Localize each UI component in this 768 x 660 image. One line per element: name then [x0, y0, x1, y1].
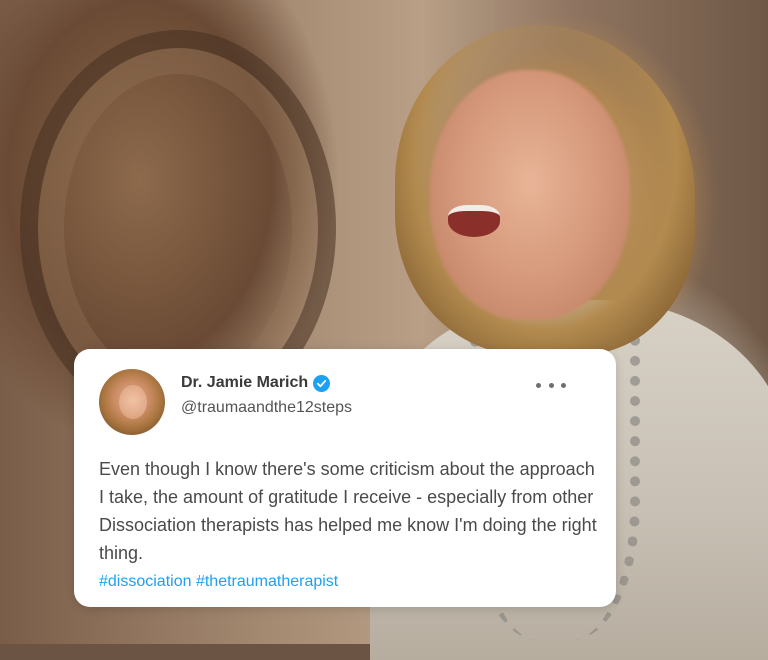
person-face [430, 70, 630, 320]
dot-icon [548, 382, 554, 388]
hashtags[interactable]: #dissociation #thetraumatherapist [99, 573, 338, 591]
dot-icon [561, 382, 566, 388]
name-row: Dr. Jamie Marich [181, 374, 331, 392]
person-mouth [448, 205, 500, 237]
user-handle[interactable]: @traumaandthe12steps [181, 399, 352, 417]
tweet-card: Dr. Jamie Marich @traumaandthe12steps Ev… [74, 349, 616, 607]
verified-badge-icon [313, 374, 331, 392]
avatar[interactable] [99, 369, 165, 435]
display-name[interactable]: Dr. Jamie Marich [181, 374, 308, 392]
checkmark-icon [317, 379, 327, 387]
dot-icon [536, 382, 541, 388]
avatar-face [119, 385, 147, 419]
more-options-icon[interactable] [536, 377, 566, 393]
tweet-text: Even though I know there's some criticis… [99, 459, 597, 563]
